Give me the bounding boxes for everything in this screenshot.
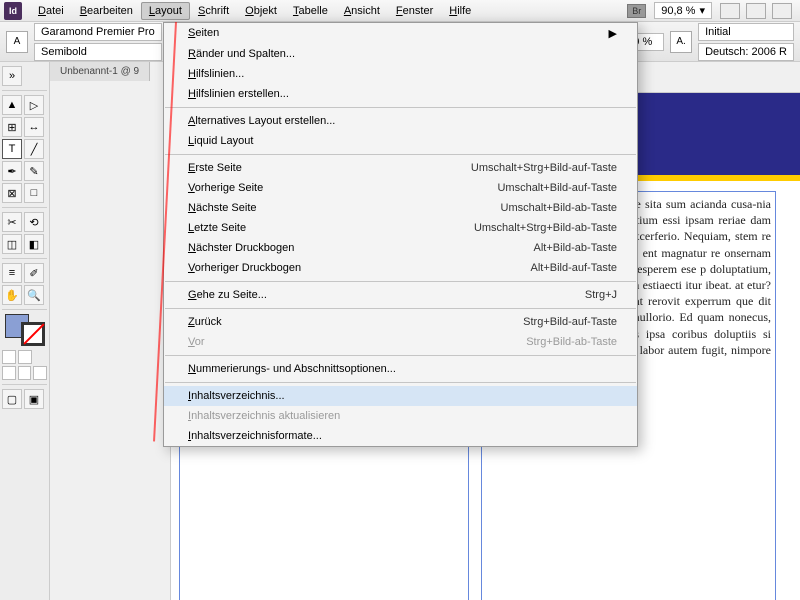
zoom-tool[interactable]: 🔍 — [24, 285, 44, 305]
menu-item-liquid-layout[interactable]: Liquid Layout — [164, 131, 637, 151]
rectangle-tool[interactable]: □ — [24, 183, 44, 203]
menu-item-n-chster-druckbogen[interactable]: Nächster DruckbogenAlt+Bild-ab-Taste — [164, 238, 637, 258]
menu-item-n-chste-seite[interactable]: Nächste SeiteUmschalt+Bild-ab-Taste — [164, 198, 637, 218]
zoom-field[interactable]: 90,8 % ▾ — [654, 2, 712, 19]
line-tool[interactable]: ╱ — [24, 139, 44, 159]
direct-selection-tool[interactable]: ▷ — [24, 95, 44, 115]
char-style-field[interactable]: Initial — [698, 23, 794, 41]
shortcut-label: Strg+Bild-ab-Taste — [526, 336, 617, 348]
menubar: Id DateiBearbeitenLayoutSchriftObjektTab… — [0, 0, 800, 22]
layout-menu-dropdown: Seiten▶Ränder und Spalten...Hilfslinien.… — [163, 22, 638, 447]
apply-none-icon[interactable] — [33, 366, 47, 380]
menu-item-nummerierungs-und-abschnittsoptionen[interactable]: Nummerierungs- und Abschnittsoptionen... — [164, 359, 637, 379]
eyedropper-tool[interactable]: ✐ — [24, 263, 44, 283]
arrow-double-icon[interactable]: » — [2, 66, 22, 86]
rectangle-frame-tool[interactable]: ⊠ — [2, 183, 22, 203]
gradient-swatch-tool[interactable]: ◫ — [2, 234, 22, 254]
menu-hilfe[interactable]: Hilfe — [441, 2, 479, 20]
apply-gradient-icon[interactable] — [18, 366, 32, 380]
menu-item-vor: VorStrg+Bild-ab-Taste — [164, 332, 637, 352]
menu-item-hilfslinien-erstellen[interactable]: Hilfslinien erstellen... — [164, 84, 637, 104]
apply-color-icon[interactable] — [2, 366, 16, 380]
menu-item-erste-seite[interactable]: Erste SeiteUmschalt+Strg+Bild-auf-Taste — [164, 158, 637, 178]
shortcut-label: Alt+Bild-ab-Taste — [534, 242, 617, 254]
menu-item-gehe-zu-seite[interactable]: Gehe zu Seite...Strg+J — [164, 285, 637, 305]
menu-item-inhaltsverzeichnis[interactable]: Inhaltsverzeichnis... — [164, 386, 637, 406]
menu-item-letzte-seite[interactable]: Letzte SeiteUmschalt+Strg+Bild-ab-Taste — [164, 218, 637, 238]
zoom-value: 90,8 % — [661, 5, 695, 17]
view-options-icon[interactable] — [720, 3, 740, 19]
shortcut-label: Umschalt+Bild-ab-Taste — [501, 202, 617, 214]
format-text-icon[interactable] — [18, 350, 32, 364]
menu-objekt[interactable]: Objekt — [237, 2, 285, 20]
shortcut-label: Umschalt+Strg+Bild-ab-Taste — [474, 222, 617, 234]
menu-layout[interactable]: Layout — [141, 2, 190, 20]
pencil-tool[interactable]: ✎ — [24, 161, 44, 181]
font-family-field[interactable]: Garamond Premier Pro — [34, 23, 162, 41]
font-weight-field[interactable]: Semibold — [34, 43, 162, 61]
chevron-down-icon: ▾ — [699, 4, 705, 17]
menu-separator — [165, 107, 636, 108]
gap-tool[interactable]: ↔ — [24, 117, 44, 137]
menu-fenster[interactable]: Fenster — [388, 2, 441, 20]
menu-separator — [165, 154, 636, 155]
selection-tool[interactable]: ▲ — [2, 95, 22, 115]
note-tool[interactable]: ≡ — [2, 263, 22, 283]
char-format-toggle[interactable]: A — [6, 31, 28, 53]
screen-mode-icon[interactable] — [746, 3, 766, 19]
menu-separator — [165, 281, 636, 282]
view-mode-preview[interactable]: ▣ — [24, 389, 44, 409]
menu-item-inhaltsverzeichnis-aktualisieren: Inhaltsverzeichnis aktualisieren — [164, 406, 637, 426]
format-container-icon[interactable] — [2, 350, 16, 364]
document-tab[interactable]: Unbenannt-1 @ 9 — [50, 62, 150, 81]
arrange-icon[interactable] — [772, 3, 792, 19]
menu-bearbeiten[interactable]: Bearbeiten — [72, 2, 141, 20]
menu-item-vorherige-seite[interactable]: Vorherige SeiteUmschalt+Bild-auf-Taste — [164, 178, 637, 198]
view-mode-normal[interactable]: ▢ — [2, 389, 22, 409]
pen-tool[interactable]: ✒ — [2, 161, 22, 181]
scissors-tool[interactable]: ✂ — [2, 212, 22, 232]
type-tool[interactable]: T — [2, 139, 22, 159]
menu-item-seiten[interactable]: Seiten▶ — [164, 23, 637, 44]
hand-tool[interactable]: ✋ — [2, 285, 22, 305]
gradient-feather-tool[interactable]: ◧ — [24, 234, 44, 254]
menu-item-hilfslinien[interactable]: Hilfslinien... — [164, 64, 637, 84]
shortcut-label: Umschalt+Bild-auf-Taste — [497, 182, 617, 194]
page-tool[interactable]: ⊞ — [2, 117, 22, 137]
language-field[interactable]: Deutsch: 2006 R — [698, 43, 794, 61]
menu-tabelle[interactable]: Tabelle — [285, 2, 336, 20]
swatch-area — [2, 314, 47, 380]
shortcut-label: Alt+Bild-auf-Taste — [530, 262, 617, 274]
menu-datei[interactable]: Datei — [30, 2, 72, 20]
menu-item-inhaltsverzeichnisformate[interactable]: Inhaltsverzeichnisformate... — [164, 426, 637, 446]
menu-separator — [165, 355, 636, 356]
menu-separator — [165, 382, 636, 383]
menu-separator — [165, 308, 636, 309]
submenu-arrow-icon: ▶ — [609, 27, 617, 40]
shortcut-label: Umschalt+Strg+Bild-auf-Taste — [471, 162, 617, 174]
shortcut-label: Strg+Bild-auf-Taste — [523, 316, 617, 328]
char-style-icon[interactable]: A. — [670, 31, 692, 53]
menu-item-alternatives-layout-erstellen[interactable]: Alternatives Layout erstellen... — [164, 111, 637, 131]
menu-item-r-nder-und-spalten[interactable]: Ränder und Spalten... — [164, 44, 637, 64]
stroke-swatch[interactable] — [21, 322, 45, 346]
tools-panel: » ▲ ▷ ⊞ ↔ T ╱ ✒ ✎ ⊠ □ ✂ ⟲ ◫ ◧ — [0, 62, 50, 600]
menu-item-vorheriger-druckbogen[interactable]: Vorheriger DruckbogenAlt+Bild-auf-Taste — [164, 258, 637, 278]
menu-ansicht[interactable]: Ansicht — [336, 2, 388, 20]
app-logo: Id — [4, 2, 22, 20]
transform-tool[interactable]: ⟲ — [24, 212, 44, 232]
menu-schrift[interactable]: Schrift — [190, 2, 237, 20]
shortcut-label: Strg+J — [585, 289, 617, 301]
menu-item-zur-ck[interactable]: ZurückStrg+Bild-auf-Taste — [164, 312, 637, 332]
bridge-badge[interactable]: Br — [627, 4, 646, 18]
